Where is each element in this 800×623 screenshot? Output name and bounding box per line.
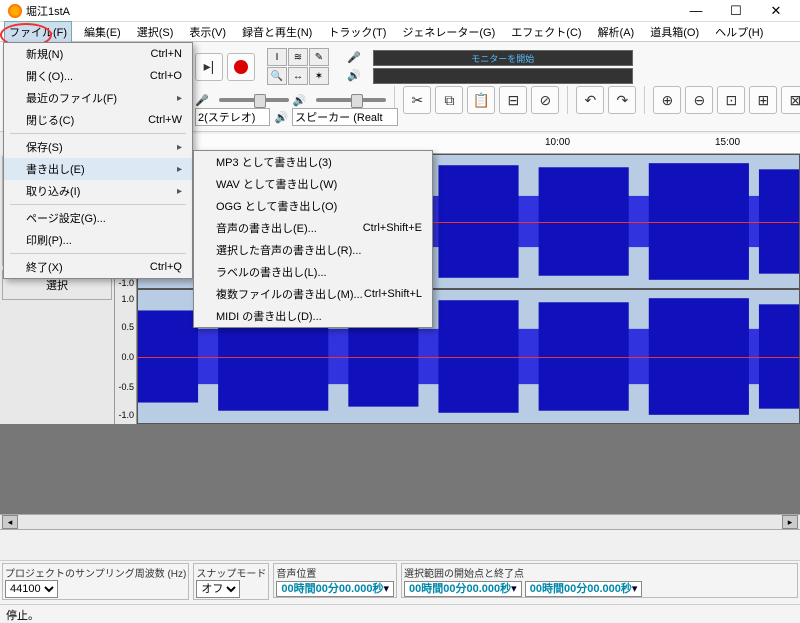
output-device-select[interactable]: スピーカー (Realt xyxy=(292,108,397,126)
menu-file[interactable]: ファイル(F) xyxy=(4,21,72,43)
menu-print[interactable]: 印刷(P)... xyxy=(4,229,192,251)
scroll-right-button[interactable]: ▸ xyxy=(782,515,798,529)
menu-close[interactable]: 閉じる(C)Ctrl+W xyxy=(4,109,192,131)
menu-tracks[interactable]: トラック(T) xyxy=(324,22,390,42)
play-meter[interactable] xyxy=(373,68,633,84)
cut-button[interactable]: ✂ xyxy=(403,86,431,114)
menu-view[interactable]: 表示(V) xyxy=(185,22,230,42)
meter-speaker-icon[interactable]: 🔊 xyxy=(347,69,361,82)
selection-end-display[interactable]: 00時間00分00.000秒▾ xyxy=(525,581,643,597)
skip-end-button[interactable]: ▸| xyxy=(195,53,223,81)
output-icon: 🔊 xyxy=(274,111,288,124)
selection-tool[interactable]: I xyxy=(267,48,287,66)
menu-export[interactable]: 書き出し(E)▸ xyxy=(4,158,192,180)
speaker-slider-icon: 🔊 xyxy=(293,94,307,107)
cursor-tools: I ≋ ✎ 🔍 ↔ ✶ xyxy=(267,48,329,85)
horizontal-scrollbar[interactable]: ◂ ▸ xyxy=(0,514,800,530)
menu-help[interactable]: ヘルプ(H) xyxy=(711,22,767,42)
play-volume-slider[interactable] xyxy=(316,98,386,102)
snap-select[interactable]: オフ xyxy=(196,580,240,598)
record-button[interactable] xyxy=(227,53,255,81)
menu-effect[interactable]: エフェクト(C) xyxy=(507,22,585,42)
export-midi[interactable]: MIDI の書き出し(D)... xyxy=(194,305,432,327)
menu-transport[interactable]: 録音と再生(N) xyxy=(238,22,316,42)
record-meter[interactable]: モニターを開始 xyxy=(373,50,633,66)
draw-tool[interactable]: ✎ xyxy=(309,48,329,66)
time-shift-tool[interactable]: ↔ xyxy=(288,67,308,85)
device-bar: 2(ステレオ) 🔊 スピーカー (Realt xyxy=(195,108,398,126)
export-ogg[interactable]: OGG として書き出し(O) xyxy=(194,195,432,217)
export-audio[interactable]: 音声の書き出し(E)...Ctrl+Shift+E xyxy=(194,217,432,239)
project-rate-select[interactable]: 44100 xyxy=(5,580,58,598)
menu-save[interactable]: 保存(S)▸ xyxy=(4,136,192,158)
selection-range-group: 選択範囲の開始点と終了点 00時間00分00.000秒▾ 00時間00分00.0… xyxy=(401,563,798,598)
trim-button[interactable]: ⊟ xyxy=(499,86,527,114)
close-button[interactable]: ✕ xyxy=(756,0,796,22)
zoom-toggle-button[interactable]: ⊠ xyxy=(781,86,800,114)
scroll-left-button[interactable]: ◂ xyxy=(2,515,18,529)
status-text: 停止。 xyxy=(6,610,39,622)
record-channels-select[interactable]: 2(ステレオ) xyxy=(195,108,270,126)
export-labels[interactable]: ラベルの書き出し(L)... xyxy=(194,261,432,283)
snap-group: スナップモード オフ xyxy=(193,563,269,600)
menu-exit[interactable]: 終了(X)Ctrl+Q xyxy=(4,256,192,278)
menu-open[interactable]: 開く(O)...Ctrl+O xyxy=(4,65,192,87)
mic-volume-slider[interactable] xyxy=(219,98,289,102)
titlebar: 堀江1stA — ☐ ✕ xyxy=(0,0,800,22)
selection-bar: プロジェクトのサンプリング周波数 (Hz) 44100 スナップモード オフ 音… xyxy=(0,560,800,604)
copy-button[interactable]: ⧉ xyxy=(435,86,463,114)
fit-project-button[interactable]: ⊞ xyxy=(749,86,777,114)
menu-import[interactable]: 取り込み(I)▸ xyxy=(4,180,192,202)
envelope-tool[interactable]: ≋ xyxy=(288,48,308,66)
project-rate-group: プロジェクトのサンプリング周波数 (Hz) 44100 xyxy=(2,563,189,600)
export-multiple[interactable]: 複数ファイルの書き出し(M)...Ctrl+Shift+L xyxy=(194,283,432,305)
menu-generate[interactable]: ジェネレーター(G) xyxy=(398,22,499,42)
audio-position-group: 音声位置 00時間00分00.000秒▾ xyxy=(273,563,397,598)
meter-mic-icon[interactable]: 🎤 xyxy=(347,51,361,64)
fit-selection-button[interactable]: ⊡ xyxy=(717,86,745,114)
maximize-button[interactable]: ☐ xyxy=(716,0,756,22)
zoom-tool[interactable]: 🔍 xyxy=(267,67,287,85)
multi-tool[interactable]: ✶ xyxy=(309,67,329,85)
empty-track-area[interactable] xyxy=(0,424,800,514)
minimize-button[interactable]: — xyxy=(676,0,716,22)
meter-label: モニターを開始 xyxy=(471,52,534,65)
zoom-in-button[interactable]: ⊕ xyxy=(653,86,681,114)
time-mark-10: 10:00 xyxy=(545,137,570,148)
menu-edit[interactable]: 編集(E) xyxy=(80,22,125,42)
time-mark-15: 15:00 xyxy=(715,137,740,148)
audio-position-display[interactable]: 00時間00分00.000秒▾ xyxy=(276,581,394,597)
status-bar: 停止。 xyxy=(0,604,800,622)
menu-page-setup[interactable]: ページ設定(G)... xyxy=(4,207,192,229)
selection-start-display[interactable]: 00時間00分00.000秒▾ xyxy=(404,581,522,597)
menu-select[interactable]: 選択(S) xyxy=(133,22,178,42)
menu-tools[interactable]: 道具箱(O) xyxy=(646,22,703,42)
mic-slider-icon: 🎤 xyxy=(195,94,209,107)
export-wav[interactable]: WAV として書き出し(W) xyxy=(194,173,432,195)
silence-button[interactable]: ⊘ xyxy=(531,86,559,114)
export-selection[interactable]: 選択した音声の書き出し(R)... xyxy=(194,239,432,261)
app-icon xyxy=(8,4,22,18)
undo-button[interactable]: ↶ xyxy=(576,86,604,114)
export-mp3[interactable]: MP3 として書き出し(3) xyxy=(194,151,432,173)
menubar: ファイル(F) 編集(E) 選択(S) 表示(V) 録音と再生(N) トラック(… xyxy=(0,22,800,42)
window-title: 堀江1stA xyxy=(26,3,70,19)
menu-analyze[interactable]: 解析(A) xyxy=(594,22,639,42)
zoom-out-button[interactable]: ⊖ xyxy=(685,86,713,114)
paste-button[interactable]: 📋 xyxy=(467,86,495,114)
menu-new[interactable]: 新規(N)Ctrl+N xyxy=(4,43,192,65)
file-menu-dropdown: 新規(N)Ctrl+N 開く(O)...Ctrl+O 最近のファイル(F)▸ 閉… xyxy=(3,42,193,279)
redo-button[interactable]: ↷ xyxy=(608,86,636,114)
menu-recent[interactable]: 最近のファイル(F)▸ xyxy=(4,87,192,109)
export-submenu: MP3 として書き出し(3) WAV として書き出し(W) OGG として書き出… xyxy=(193,150,433,328)
